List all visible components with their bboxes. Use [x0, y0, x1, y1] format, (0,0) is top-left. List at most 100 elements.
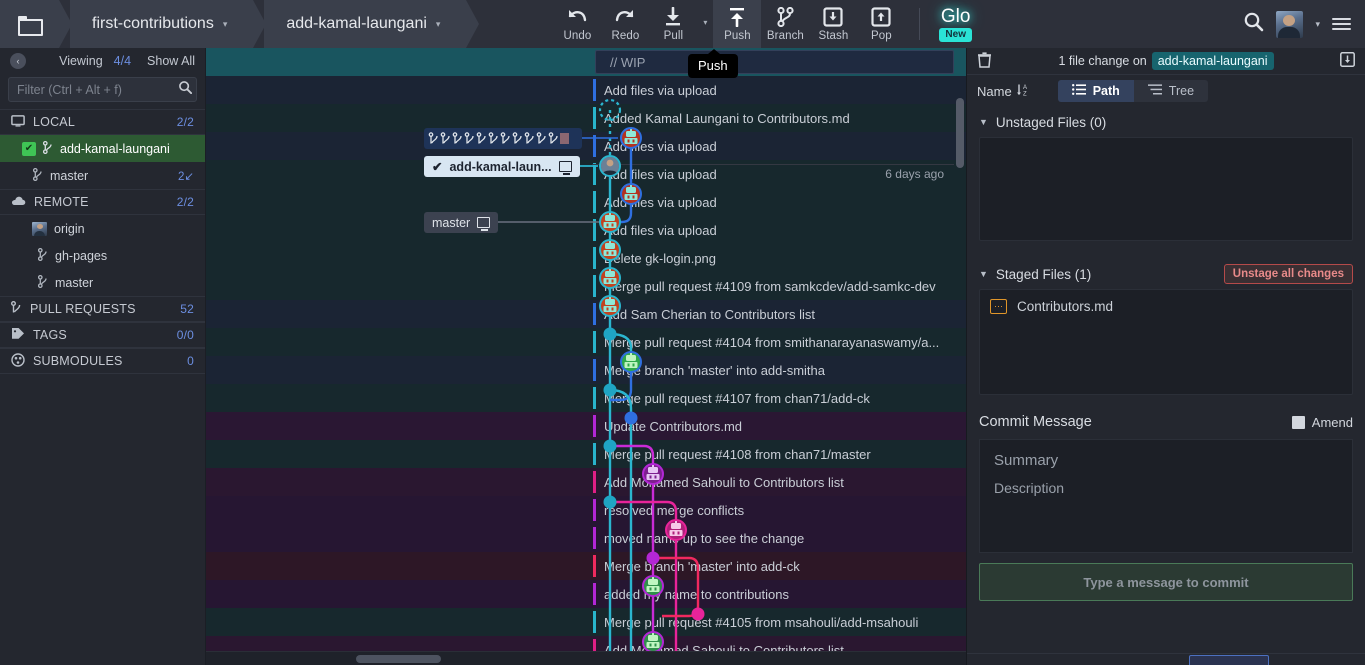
commit-row[interactable]: resolved merge conflicts	[206, 496, 966, 524]
commit-node-avatar[interactable]	[642, 463, 664, 485]
filter-box[interactable]	[8, 77, 197, 102]
current-branch-label[interactable]: ✔ add-kamal-laun...	[424, 156, 580, 177]
bottom-strip	[967, 653, 1365, 665]
breadcrumb-branch-label: add-kamal-laungani	[286, 15, 427, 32]
pull-label: Pull	[663, 29, 684, 42]
commit-row[interactable]: Add files via upload	[206, 216, 966, 244]
commit-row[interactable]: Add files via upload	[206, 132, 966, 160]
trash-icon[interactable]	[977, 51, 992, 71]
stash-button[interactable]: Stash	[809, 0, 857, 48]
sidebar-item-master-local[interactable]: master 2↙	[0, 162, 205, 189]
search-icon[interactable]	[178, 80, 193, 99]
row-accent-bar	[593, 303, 596, 325]
view-mode-tree[interactable]: Tree	[1133, 80, 1209, 102]
commit-list-vertical-scrollbar[interactable]	[956, 98, 964, 168]
commit-row[interactable]: Merge pull request #4105 from msahouli/a…	[206, 608, 966, 636]
sidebar-section-pull-requests[interactable]: PULL REQUESTS 52	[0, 296, 205, 322]
breadcrumb-repo[interactable]: first-contributions ▾	[70, 0, 267, 48]
commit-list-horizontal-scrollbar[interactable]	[206, 651, 966, 665]
amend-checkbox-row[interactable]: Amend	[1291, 415, 1353, 430]
commit-node-avatar[interactable]	[599, 239, 621, 261]
unstaged-files-header[interactable]: ▼ Unstaged Files (0)	[967, 107, 1365, 137]
commit-button[interactable]: Type a message to commit	[979, 563, 1353, 601]
commit-row[interactable]: Merge pull request #4104 from smithanara…	[206, 328, 966, 356]
commit-node-avatar[interactable]	[599, 295, 621, 317]
sidebar-section-remote[interactable]: REMOTE 2/2	[0, 189, 205, 215]
filter-input[interactable]	[17, 82, 178, 97]
avatar[interactable]	[1276, 10, 1304, 38]
sidebar-section-local-label: LOCAL	[33, 115, 75, 129]
search-icon[interactable]	[1243, 11, 1264, 37]
show-all-button[interactable]: Show All	[147, 54, 195, 68]
commit-message: Added Kamal Laungani to Contributors.md	[604, 110, 850, 126]
commit-node-avatar[interactable]	[642, 575, 664, 597]
sidebar-item-master-remote[interactable]: master	[0, 269, 205, 296]
commit-node-avatar[interactable]	[599, 155, 621, 177]
sidebar-item-label: master	[50, 168, 89, 183]
sort-control[interactable]: Name AZ	[977, 83, 1030, 100]
collapse-sidebar-button[interactable]: ‹	[10, 53, 26, 69]
list-item[interactable]: ⋯ Contributors.md	[980, 290, 1352, 323]
pull-request-stack-label[interactable]	[424, 128, 582, 149]
folder-icon	[18, 16, 43, 36]
repo-home-button[interactable]	[0, 0, 72, 48]
wip-row[interactable]: // WIP	[206, 48, 966, 76]
commit-graph-pane[interactable]: // WIP Add files via upload Added Kamal La…	[206, 48, 966, 665]
chevron-down-icon[interactable]: ▾	[1315, 19, 1320, 30]
commit-row[interactable]: Added Kamal Laungani to Contributors.md	[206, 104, 966, 132]
pop-button[interactable]: Pop	[857, 0, 905, 48]
breadcrumb-branch[interactable]: add-kamal-laungani ▾	[264, 0, 480, 48]
commit-row[interactable]: Add files via upload	[206, 188, 966, 216]
glo-button[interactable]: Glo New	[930, 0, 981, 48]
commit-row[interactable]: Add Mohamed Sahouli to Contributors list	[206, 468, 966, 496]
sidebar-section-submodules[interactable]: SUBMODULES 0	[0, 348, 205, 374]
row-accent-bar	[593, 415, 596, 437]
commit-row[interactable]: Merge branch 'master' into add-ck	[206, 552, 966, 580]
commit-node-avatar[interactable]	[599, 211, 621, 233]
view-mode-path[interactable]: Path	[1057, 80, 1134, 102]
redo-button[interactable]: Redo	[601, 0, 649, 48]
pull-button[interactable]: Pull	[649, 0, 697, 48]
commit-row[interactable]: moved name up to see the change	[206, 524, 966, 552]
commit-node-avatar[interactable]	[642, 631, 664, 653]
commit-node-avatar[interactable]	[620, 127, 642, 149]
push-label: Push	[724, 29, 751, 42]
amend-checkbox[interactable]	[1291, 415, 1305, 429]
expand-panel-icon[interactable]	[1340, 52, 1355, 70]
branch-button[interactable]: Branch	[761, 0, 809, 48]
commit-node-avatar[interactable]	[665, 519, 687, 541]
commit-message-input[interactable]: Summary Description	[979, 439, 1353, 553]
commit-row[interactable]: Update Contributors.md	[206, 412, 966, 440]
sidebar-item-add-kamal-laungani[interactable]: ✔ add-kamal-laungani	[0, 135, 205, 162]
commit-row[interactable]: Add files via upload	[206, 76, 966, 104]
commit-row[interactable]: Delete gk-login.png	[206, 244, 966, 272]
master-branch-name: master	[432, 215, 471, 230]
sidebar-section-tags[interactable]: TAGS 0/0	[0, 322, 205, 348]
push-button[interactable]: Push	[713, 0, 762, 48]
unstaged-files-list[interactable]	[979, 137, 1353, 241]
commit-row[interactable]: Merge pull request #4107 from chan71/add…	[206, 384, 966, 412]
sidebar-section-local[interactable]: LOCAL 2/2	[0, 109, 205, 135]
commit-row[interactable]: added my name to contributions	[206, 580, 966, 608]
scrollbar-thumb[interactable]	[356, 655, 441, 663]
staged-files-header[interactable]: ▼ Staged Files (1) Unstage all changes	[967, 259, 1365, 289]
sidebar-item-origin[interactable]: origin	[0, 215, 205, 242]
commit-node-avatar[interactable]	[620, 351, 642, 373]
row-accent-bar	[593, 443, 596, 465]
pull-dropdown-caret[interactable]: ▾	[697, 0, 713, 48]
undo-button[interactable]: Undo	[553, 0, 601, 48]
commit-node-avatar[interactable]	[620, 183, 642, 205]
markdown-modified-icon: ⋯	[990, 299, 1007, 314]
commit-message: Add Sam Cherian to Contributors list	[604, 306, 815, 322]
commit-row[interactable]: Merge branch 'master' into add-smitha	[206, 356, 966, 384]
commit-row[interactable]: Add Sam Cherian to Contributors list	[206, 300, 966, 328]
sidebar-item-gh-pages[interactable]: gh-pages	[0, 242, 205, 269]
commit-node-avatar[interactable]	[599, 267, 621, 289]
hamburger-menu-icon[interactable]	[1332, 18, 1351, 30]
master-branch-label[interactable]: master	[424, 212, 499, 233]
commit-row[interactable]: Merge pull request #4108 from chan71/mas…	[206, 440, 966, 468]
unstage-all-changes-button[interactable]: Unstage all changes	[1223, 264, 1353, 284]
glo-new-badge: New	[939, 27, 972, 42]
commit-row[interactable]: Merge pull request #4109 from samkcdev/a…	[206, 272, 966, 300]
staged-files-list[interactable]: ⋯ Contributors.md	[979, 289, 1353, 395]
